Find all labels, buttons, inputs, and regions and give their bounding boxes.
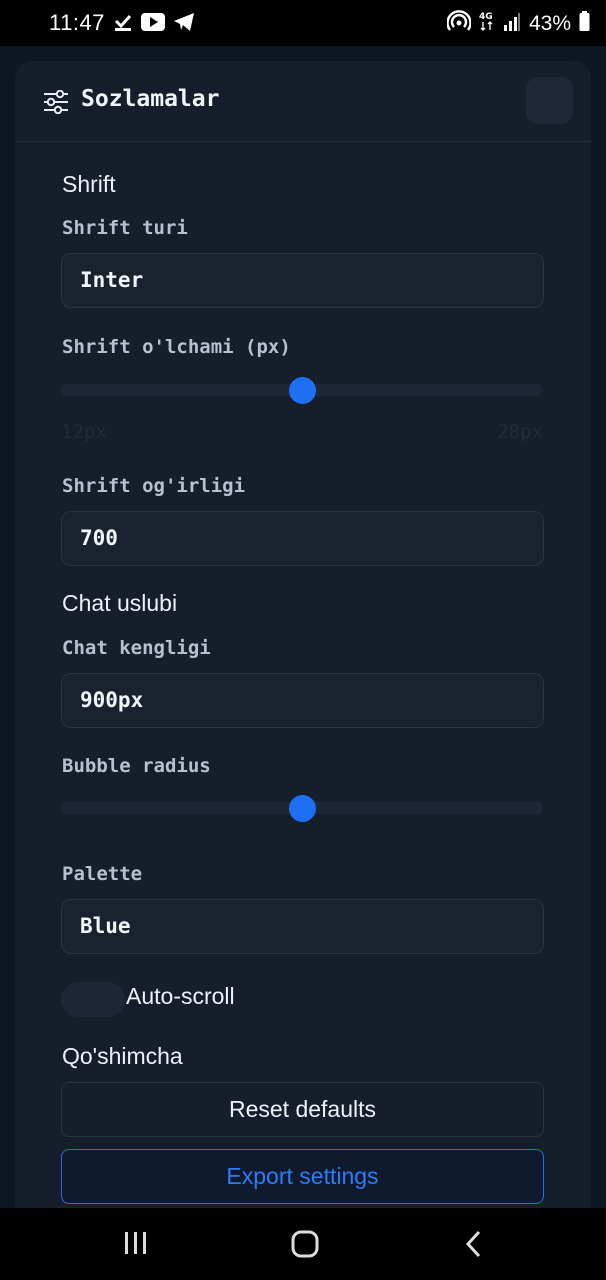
font-type-label: Shrift turi [62,217,188,239]
notification-icons [113,12,195,37]
status-time: 11:47 [49,10,105,35]
palette-label: Palette [62,863,143,885]
sliders-icon [43,89,69,119]
autoscroll-label: Auto-scroll [126,983,235,1009]
home-icon[interactable] [291,1230,319,1263]
telegram-icon [173,12,195,37]
palette-value: Blue [80,914,131,938]
font-weight-value: 700 [80,526,118,550]
chat-width-input[interactable]: 900px [61,673,544,728]
battery-icon [579,11,590,36]
font-weight-select[interactable]: 700 [61,511,544,566]
close-button[interactable] [526,77,573,124]
chat-width-value: 900px [80,688,144,712]
chat-width-label: Chat kengligi [62,637,211,659]
back-icon[interactable] [464,1230,484,1263]
font-size-min: 12px [61,421,107,443]
font-type-select[interactable]: Inter [61,253,544,308]
youtube-icon [141,13,165,36]
section-title-chat: Chat uslubi [62,590,178,616]
font-type-value: Inter [80,268,144,292]
4g-icon: 4G [479,10,495,37]
section-title-font: Shrift [62,171,116,197]
settings-panel: Sozlamalar Shrift Shrift turi Inter Shri… [15,61,591,1221]
palette-select[interactable]: Blue [61,899,544,954]
page-title: Sozlamalar [81,86,220,112]
font-weight-label: Shrift og'irligi [62,475,246,497]
font-size-label: Shrift o'lchami (px) [62,336,291,358]
battery-percent: 43% [528,11,571,35]
svg-text:4G: 4G [479,12,493,22]
bubble-radius-slider-thumb[interactable] [289,795,316,822]
autoscroll-toggle[interactable] [61,982,125,1017]
bubble-radius-label: Bubble radius [62,755,211,777]
bubble-radius-slider[interactable] [61,795,543,822]
font-size-max: 28px [497,421,543,443]
section-title-extra: Qo'shimcha [62,1043,183,1069]
export-settings-button[interactable]: Export settings [61,1149,544,1204]
signal-icon [503,11,521,36]
reset-defaults-button[interactable]: Reset defaults [61,1082,544,1137]
status-bar: 11:47 4G 43% [0,0,606,46]
font-size-slider[interactable] [61,377,543,404]
recent-apps-icon[interactable] [123,1230,149,1261]
check-download-icon [113,12,133,37]
navigation-bar [0,1208,606,1280]
font-size-slider-thumb[interactable] [289,377,316,404]
hotspot-icon [446,10,472,37]
panel-header: Sozlamalar [15,61,591,142]
